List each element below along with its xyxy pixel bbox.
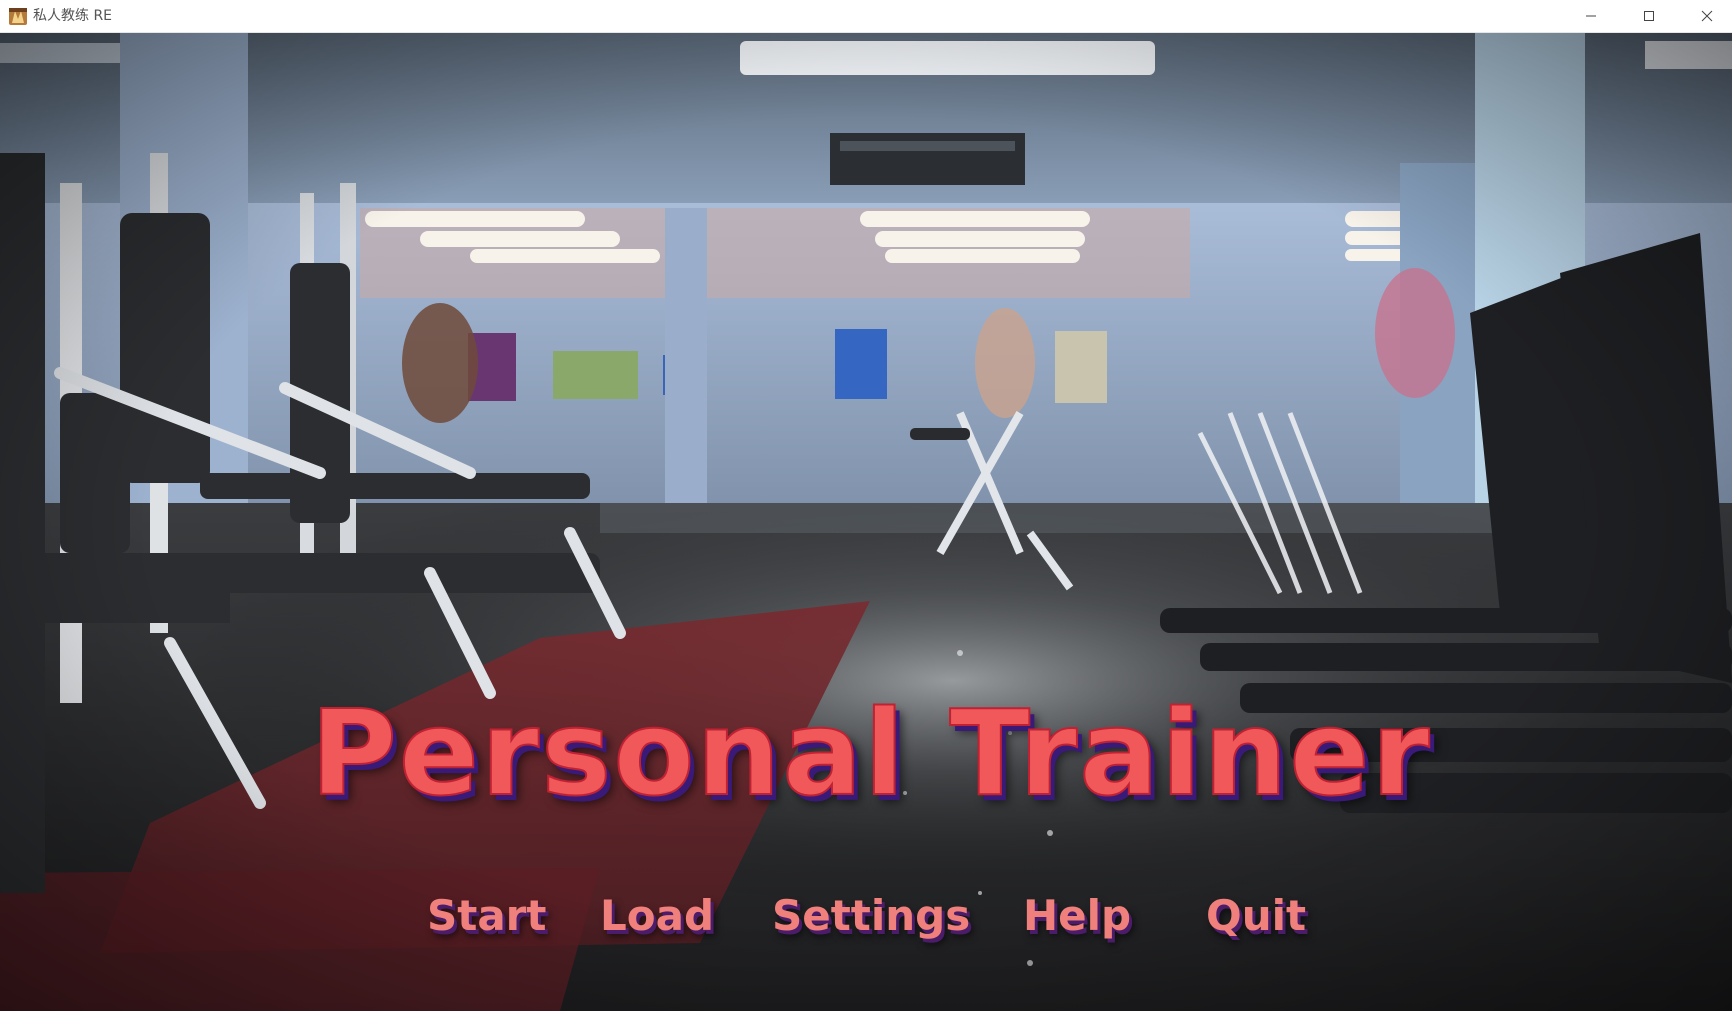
load-button[interactable]: Load <box>600 891 714 941</box>
help-button[interactable]: Help <box>1023 891 1131 941</box>
settings-button[interactable]: Settings <box>772 891 970 941</box>
main-menu-screen: Personal Trainer Start Load Settings Hel… <box>0 33 1732 1011</box>
game-app-icon <box>8 6 28 26</box>
minimize-icon <box>1585 7 1597 26</box>
game-title: Personal Trainer <box>309 684 1432 822</box>
quit-button[interactable]: Quit <box>1206 891 1306 941</box>
main-menu: Start Load Settings Help Quit <box>0 891 1732 951</box>
minimize-button[interactable] <box>1562 0 1620 32</box>
maximize-button[interactable] <box>1620 0 1678 32</box>
maximize-icon <box>1643 7 1655 26</box>
gym-background-image <box>0 33 1732 1011</box>
window-title: 私人教练 RE <box>33 8 113 24</box>
close-button[interactable] <box>1678 0 1732 32</box>
window-titlebar[interactable]: 私人教练 RE <box>0 0 1732 33</box>
start-button[interactable]: Start <box>427 891 546 941</box>
close-icon <box>1701 7 1713 26</box>
game-window: 私人教练 RE Personal Trainer Start Load Sett… <box>0 0 1732 1011</box>
